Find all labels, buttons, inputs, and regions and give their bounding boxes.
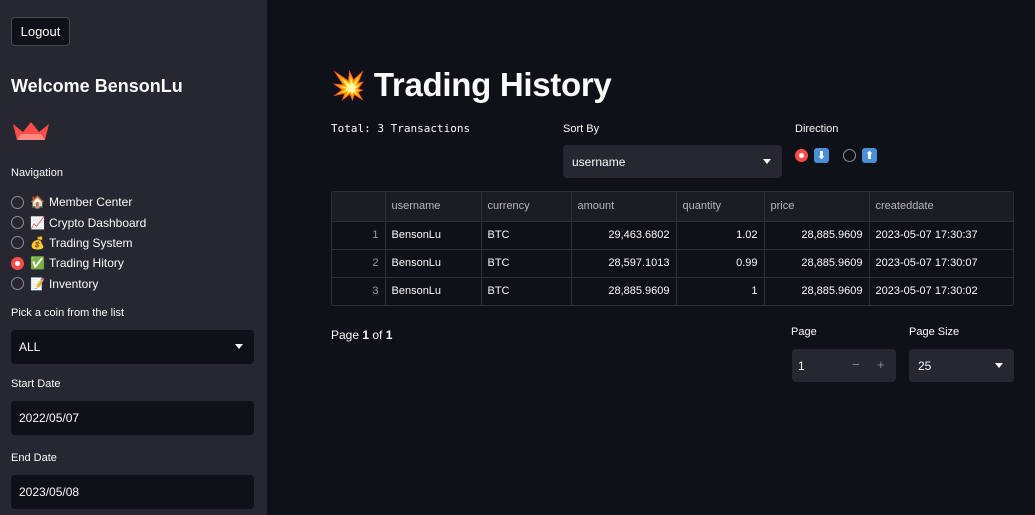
- down-arrow-icon: ⬇: [814, 148, 829, 163]
- cell-createddate[interactable]: 2023-05-07 17:30:07: [869, 249, 1013, 278]
- nav-item-trading-history[interactable]: ✅ Trading Hitory: [11, 253, 146, 273]
- page-indicator: Page 1 of 1: [331, 328, 392, 342]
- column-header-createddate[interactable]: createddate: [869, 192, 1013, 222]
- page-of: of: [369, 328, 386, 342]
- radio-icon[interactable]: [11, 236, 24, 250]
- direction-descending-option[interactable]: ⬇: [795, 148, 829, 163]
- total-transactions-text: Total: 3 Transactions: [331, 122, 471, 135]
- table-row[interactable]: 1 BensonLu BTC 29,463.6802 1.02 28,885.9…: [332, 221, 1013, 250]
- column-header-quantity[interactable]: quantity: [676, 192, 765, 222]
- nav-item-trading-system[interactable]: 💰 Trading System: [11, 233, 146, 253]
- welcome-heading: Welcome BensonLu: [11, 76, 183, 96]
- end-date-value: 2023/05/08: [19, 485, 80, 499]
- chevron-down-icon: [995, 363, 1003, 368]
- nav-item-label: Trading Hitory: [48, 256, 124, 271]
- navigation-label: Navigation: [11, 167, 63, 179]
- crown-logo-icon: [13, 122, 49, 140]
- page-title-text: Trading History: [373, 66, 612, 103]
- nav-item-member-center[interactable]: 🏠 Member Center: [11, 192, 146, 212]
- column-header-index[interactable]: [332, 192, 386, 222]
- cell-currency[interactable]: BTC: [481, 221, 572, 250]
- up-arrow-icon: ⬆: [862, 148, 877, 163]
- table-row[interactable]: 3 BensonLu BTC 28,885.9609 1 28,885.9609…: [332, 277, 1013, 305]
- sort-by-value: username: [572, 154, 626, 169]
- coin-select-value: ALL: [19, 340, 41, 354]
- nav-item-crypto-dashboard[interactable]: 📈 Crypto Dashboard: [11, 212, 146, 232]
- memo-icon: 📝: [30, 276, 45, 291]
- cell-username[interactable]: BensonLu: [385, 277, 482, 305]
- table-row[interactable]: 2 BensonLu BTC 28,597.1013 0.99 28,885.9…: [332, 249, 1013, 278]
- radio-icon[interactable]: [843, 149, 856, 162]
- cell-amount[interactable]: 29,463.6802: [571, 221, 677, 250]
- nav-item-label: Crypto Dashboard: [48, 215, 147, 230]
- plus-icon[interactable]: +: [877, 357, 885, 372]
- row-index: 3: [332, 277, 386, 305]
- cell-amount[interactable]: 28,597.1013: [571, 249, 677, 278]
- logout-button[interactable]: Logout: [11, 17, 70, 46]
- page-label: Page: [791, 326, 817, 338]
- column-header-currency[interactable]: currency: [481, 192, 572, 222]
- cell-quantity[interactable]: 1.02: [676, 221, 765, 250]
- nav-item-inventory[interactable]: 📝 Inventory: [11, 274, 146, 294]
- column-header-amount[interactable]: amount: [571, 192, 677, 222]
- cell-currency[interactable]: BTC: [481, 277, 572, 305]
- cell-quantity[interactable]: 1: [676, 277, 765, 305]
- house-icon: 🏠: [30, 195, 45, 210]
- radio-icon[interactable]: [11, 195, 24, 209]
- check-mark-icon: ✅: [30, 256, 45, 271]
- cell-currency[interactable]: BTC: [481, 249, 572, 278]
- page-size-value: 25: [918, 358, 932, 373]
- direction-label: Direction: [795, 123, 839, 135]
- cell-amount[interactable]: 28,885.9609: [571, 277, 677, 305]
- row-index: 1: [332, 221, 386, 250]
- nav-item-label: Inventory: [48, 276, 99, 291]
- start-date-input[interactable]: 2022/05/07: [11, 401, 254, 435]
- nav-item-label: Member Center: [48, 195, 133, 210]
- page-title: 💥 Trading History: [331, 66, 612, 104]
- minus-icon[interactable]: −: [852, 357, 860, 372]
- coin-select[interactable]: ALL: [11, 330, 254, 364]
- chevron-down-icon: [763, 159, 771, 164]
- page-total: 1: [385, 328, 393, 342]
- chart-icon: 📈: [30, 215, 45, 230]
- cell-quantity[interactable]: 0.99: [676, 249, 765, 278]
- page-prefix: Page: [331, 328, 363, 342]
- navigation-radio-group: 🏠 Member Center 📈 Crypto Dashboard 💰 Tra…: [11, 192, 146, 294]
- collision-icon: 💥: [331, 69, 366, 101]
- page-number-value[interactable]: 1: [798, 359, 805, 373]
- end-date-label: End Date: [11, 452, 57, 464]
- money-bag-icon: 💰: [30, 235, 45, 250]
- chevron-down-icon: [235, 344, 243, 349]
- cell-username[interactable]: BensonLu: [385, 221, 482, 250]
- radio-icon[interactable]: [11, 216, 24, 230]
- cell-createddate[interactable]: 2023-05-07 17:30:37: [869, 221, 1013, 250]
- page-number-stepper[interactable]: 1 − +: [792, 349, 896, 382]
- direction-radio-group: ⬇ ⬆: [795, 148, 891, 163]
- cell-price[interactable]: 28,885.9609: [764, 277, 870, 305]
- column-header-username[interactable]: username: [385, 192, 482, 222]
- cell-price[interactable]: 28,885.9609: [764, 249, 870, 278]
- nav-item-label: Trading System: [48, 235, 133, 250]
- cell-price[interactable]: 28,885.9609: [764, 221, 870, 250]
- direction-ascending-option[interactable]: ⬆: [843, 148, 877, 163]
- sort-by-label: Sort By: [563, 123, 600, 135]
- coin-select-label: Pick a coin from the list: [11, 307, 125, 319]
- table-header-row: username currency amount quantity price …: [332, 192, 1013, 222]
- radio-selected-icon[interactable]: [795, 149, 808, 162]
- row-index: 2: [332, 249, 386, 278]
- page-size-select[interactable]: 25: [909, 349, 1014, 382]
- trading-history-table[interactable]: username currency amount quantity price …: [331, 191, 1014, 306]
- sort-by-select[interactable]: username: [563, 145, 782, 178]
- radio-selected-icon[interactable]: [11, 256, 24, 270]
- column-header-price[interactable]: price: [764, 192, 870, 222]
- end-date-input[interactable]: 2023/05/08: [11, 475, 254, 509]
- start-date-value: 2022/05/07: [19, 411, 80, 425]
- radio-icon[interactable]: [11, 277, 24, 291]
- cell-username[interactable]: BensonLu: [385, 249, 482, 278]
- page-size-label: Page Size: [909, 326, 960, 338]
- cell-createddate[interactable]: 2023-05-07 17:30:02: [869, 277, 1013, 305]
- start-date-label: Start Date: [11, 378, 61, 390]
- sidebar: Logout Welcome BensonLu Navigation 🏠 Mem…: [0, 0, 267, 515]
